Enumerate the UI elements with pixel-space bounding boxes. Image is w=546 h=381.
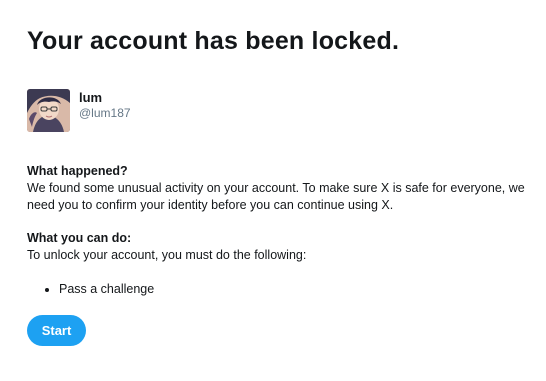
step-label: Pass a challenge [59, 282, 155, 296]
steps-list: Pass a challenge [27, 281, 154, 298]
user-display-name: lum [79, 90, 103, 105]
what-you-can-do-text: To unlock your account, you must do the … [27, 248, 307, 262]
start-button[interactable]: Start [27, 315, 86, 346]
user-handle: @lum187 [79, 106, 131, 120]
page-title: Your account has been locked. [27, 27, 400, 55]
bullet-icon [45, 288, 49, 292]
avatar [27, 89, 70, 132]
what-you-can-do-heading: What you can do: [27, 231, 132, 245]
list-item: Pass a challenge [27, 281, 154, 298]
what-happened-heading: What happened? [27, 164, 128, 178]
avatar-icon [27, 89, 70, 132]
what-happened-text: We found some unusual activity on your a… [27, 181, 525, 212]
